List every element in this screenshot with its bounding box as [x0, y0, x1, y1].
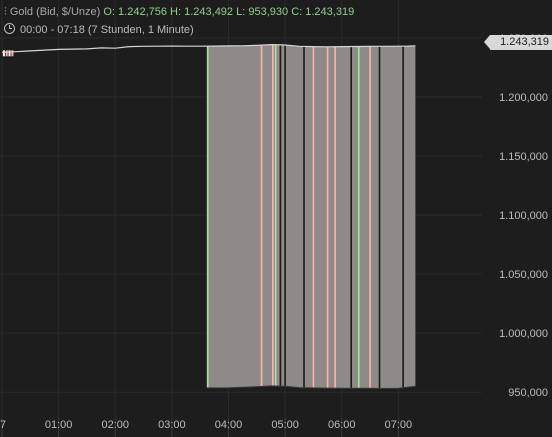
- high-value: 1.243,492: [184, 6, 234, 18]
- y-tick-label: 1.150,000: [499, 151, 548, 163]
- chart-header: ⫶ Gold (Bid, $/Unze) O: 1.242,756 H: 1.2…: [4, 5, 354, 19]
- x-tick-label: 01:00: [45, 419, 73, 431]
- y-axis: 1.250,0001.200,0001.150,0001.100,0001.05…: [499, 33, 548, 399]
- close-label: C:: [291, 6, 303, 18]
- low-value: 953,930: [248, 6, 289, 18]
- clock-icon: [4, 23, 15, 34]
- low-label: L:: [236, 6, 246, 18]
- time-range-text: 00:00 - 07:18 (7 Stunden, 1 Minute): [20, 24, 194, 36]
- last-price-tag: 1.243,319: [484, 35, 552, 50]
- x-tick-label: 7: [0, 419, 6, 431]
- instrument-name: Gold (Bid, $/Unze): [9, 6, 101, 18]
- high-label: H:: [170, 6, 182, 18]
- y-tick-label: 1.000,000: [499, 328, 548, 340]
- close-value: 1.243,319: [305, 6, 355, 18]
- bar-chart-icon: ⫶: [4, 6, 7, 18]
- x-tick-label: 03:00: [158, 419, 186, 431]
- x-tick-label: 06:00: [328, 419, 356, 431]
- y-tick-label: 950,000: [508, 387, 548, 399]
- open-label: O:: [103, 6, 115, 18]
- open-value: 1.242,756: [118, 6, 167, 18]
- y-tick-label: 1.200,000: [499, 92, 548, 104]
- x-tick-label: 07:00: [385, 419, 413, 431]
- x-axis: 7 01:00 02:00 03:00 04:00 05:00 06:00 07:00: [0, 418, 412, 437]
- chart-canvas[interactable]: 1.250,0001.200,0001.150,0001.100,0001.05…: [0, 0, 552, 437]
- candle-band: [206, 44, 416, 389]
- y-tick-label: 1.050,000: [499, 269, 548, 281]
- x-tick-label: 04:00: [215, 419, 243, 431]
- y-tick-label: 1.100,000: [499, 210, 548, 222]
- time-range: 00:00 - 07:18 (7 Stunden, 1 Minute): [4, 23, 194, 36]
- x-tick-label: 05:00: [271, 419, 299, 431]
- candle-band-area: [206, 44, 416, 389]
- x-tick-label: 02:00: [101, 419, 129, 431]
